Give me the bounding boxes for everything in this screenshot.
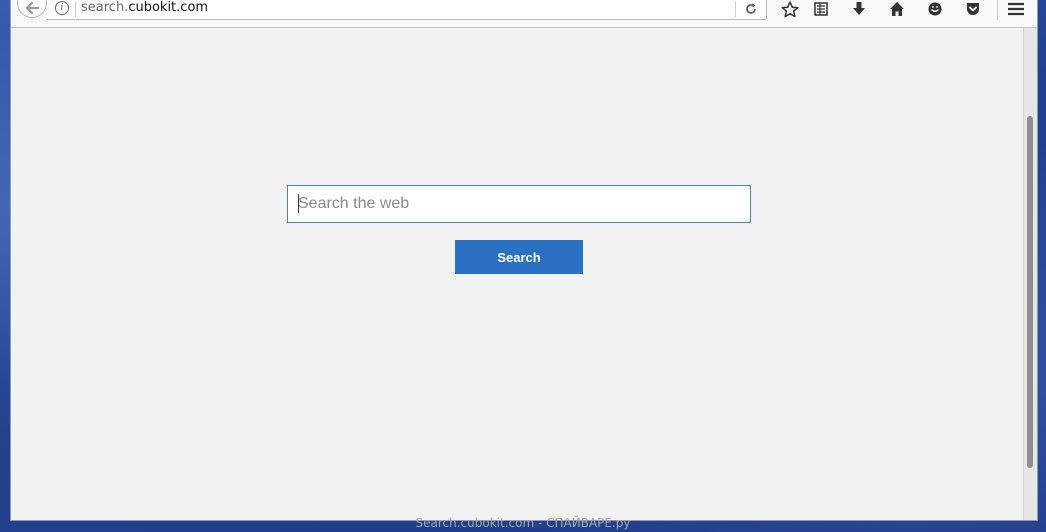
downloads-button[interactable]: [849, 0, 869, 18]
info-icon[interactable]: i: [55, 1, 69, 15]
url-text[interactable]: search.cubokit.com: [81, 0, 208, 15]
reload-icon[interactable]: [744, 2, 758, 16]
star-icon: [781, 0, 799, 17]
page-content: Search: [11, 28, 1024, 520]
menu-separator: [997, 0, 998, 20]
chat-icon: [928, 2, 942, 16]
text-caret: [298, 194, 299, 213]
pocket-button[interactable]: [963, 0, 983, 18]
reading-list-icon: [814, 2, 828, 16]
search-button[interactable]: Search: [455, 240, 583, 274]
url-prefix: search.: [81, 0, 129, 15]
url-bar[interactable]: i search.cubokit.com: [47, 0, 767, 20]
menu-button[interactable]: [1006, 0, 1026, 18]
download-icon: [853, 2, 865, 15]
browser-toolbar: i search.cubokit.com: [11, 0, 1037, 28]
scrollbar-thumb[interactable]: [1027, 116, 1033, 468]
url-domain: cubokit.com: [128, 0, 209, 15]
url-separator: [75, 1, 76, 17]
reading-list-button[interactable]: [811, 0, 831, 18]
reload-separator: [735, 1, 736, 17]
back-button[interactable]: [17, 0, 47, 18]
search-input[interactable]: [287, 185, 751, 223]
bookmark-star-button[interactable]: [780, 0, 800, 18]
watermark-caption: Search.cubokit.com - СПАЙВАРЕ.ру: [415, 516, 631, 530]
vertical-scrollbar[interactable]: [1023, 28, 1037, 520]
home-icon: [890, 2, 904, 16]
hamburger-menu-icon: [1008, 2, 1024, 16]
hello-button[interactable]: [925, 0, 945, 18]
home-button[interactable]: [887, 0, 907, 18]
pocket-icon: [967, 3, 979, 15]
browser-window: i search.cubokit.com Search the web Sear…: [10, 0, 1038, 521]
back-arrow-icon: [25, 2, 39, 14]
